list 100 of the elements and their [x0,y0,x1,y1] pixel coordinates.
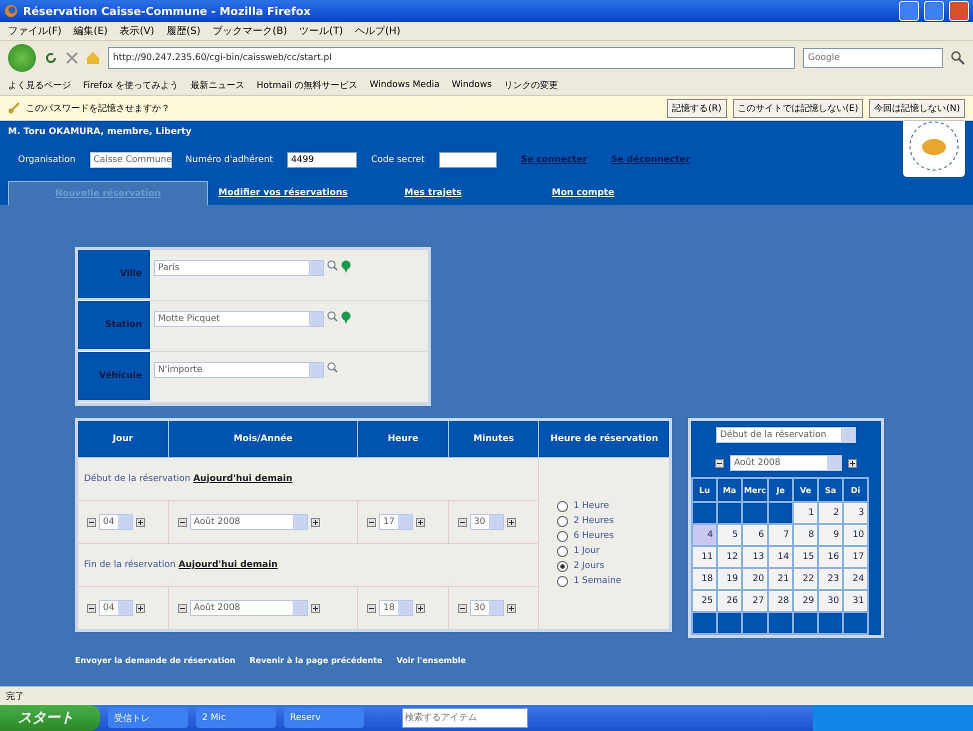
date-shortcut-link[interactable]: Aujourd'hui demain [178,560,278,570]
calendar-day[interactable]: 17 [843,546,868,568]
close-button[interactable] [949,1,969,21]
calendar-day[interactable]: 9 [818,524,844,546]
tab[interactable]: Mon compte [508,181,658,205]
calendar-day[interactable]: 19 [717,568,742,590]
menu-item[interactable]: ヘルプ(H) [355,24,400,38]
calendar-day[interactable]: 7 [768,524,794,546]
reload-icon[interactable] [44,51,58,65]
plus-button[interactable] [416,518,426,526]
calendar-day[interactable]: 12 [717,546,742,568]
calendar-day[interactable]: 22 [793,568,818,590]
plus-button[interactable] [848,458,857,468]
minute-select[interactable]: 30 [470,514,504,530]
organisation-select[interactable]: Caisse Commune [90,152,172,168]
action-link[interactable]: Voir l'ensemble [396,656,466,665]
station-select[interactable]: Paris [154,260,324,276]
member-number-field[interactable]: 4499 [287,152,358,168]
calendar-day[interactable]: 14 [768,546,794,568]
calendar-day[interactable]: 29 [793,590,818,612]
calendar-day[interactable]: 30 [818,590,844,612]
secret-code-field[interactable] [438,152,497,168]
day-select[interactable]: 04 [99,514,133,530]
hour-select[interactable]: 18 [379,600,414,616]
radio-button[interactable] [557,546,568,556]
search-icon[interactable] [327,362,338,373]
minimize-button[interactable] [899,1,919,21]
search-field[interactable]: Google [803,48,943,68]
calendar-day[interactable]: 25 [692,590,717,612]
minus-button[interactable] [458,518,467,526]
calendar-day[interactable]: 1 [793,502,818,524]
bookmark-link[interactable]: Hotmail の無料サービス [256,78,358,92]
calendar-day[interactable]: 13 [742,546,768,568]
station-select[interactable]: N'importe [154,362,324,378]
minute-select[interactable]: 30 [470,600,504,616]
calendar-day[interactable]: 18 [692,568,717,590]
calendar-day[interactable]: 31 [843,590,868,612]
minus-button[interactable] [367,604,376,612]
pin-icon[interactable] [341,311,351,324]
address-field[interactable]: http://90.247.235.60/cgi-bin/caissweb/cc/start.pl [108,47,795,69]
calendar-day[interactable]: 10 [843,524,868,546]
bookmark-link[interactable]: 最新ニュース [190,78,245,92]
menu-item[interactable]: ツール(T) [299,24,344,38]
calendar-month-select[interactable]: Août 2008 [730,455,842,471]
plus-button[interactable] [506,518,516,526]
action-link[interactable]: Envoyer la demande de réservation [75,656,236,665]
calendar-day[interactable]: 3 [843,502,868,524]
plus-button[interactable] [136,604,145,612]
minus-button[interactable] [458,604,467,612]
calendar-day[interactable]: 2 [818,502,844,524]
tab[interactable]: Modifier vos réservations [208,181,358,205]
calendar-day[interactable]: 16 [818,546,844,568]
taskbar-button[interactable]: 2 Mic [196,708,276,728]
prompt-button[interactable]: 今回は記憶しない(N) [869,98,965,118]
calendar-mode-select[interactable]: Début de la réservation [716,427,856,443]
search-icon[interactable] [951,51,965,65]
calendar-day[interactable]: 24 [843,568,868,590]
calendar-day[interactable]: 20 [742,568,768,590]
radio-button[interactable] [557,560,568,572]
calendar-day[interactable]: 26 [717,590,742,612]
plus-button[interactable] [506,604,516,612]
calendar-day[interactable]: 4 [692,524,717,546]
calendar-day[interactable]: 15 [793,546,818,568]
station-select[interactable]: Motte Picquet [154,311,324,327]
hour-select[interactable]: 17 [379,514,414,530]
search-field[interactable]: 検索するアイテム [402,708,528,728]
bookmark-link[interactable]: よく見るページ [8,78,71,92]
menu-item[interactable]: 編集(E) [74,24,108,38]
minus-button[interactable] [178,604,187,612]
month-select[interactable]: Août 2008 [190,514,308,530]
calendar-day[interactable]: 5 [717,524,742,546]
calendar-day[interactable]: 23 [818,568,844,590]
date-shortcut-link[interactable]: Aujourd'hui demain [193,474,292,484]
back-button[interactable] [8,44,36,72]
calendar-day[interactable]: 6 [742,524,768,546]
menu-item[interactable]: 履歴(S) [166,24,200,38]
calendar-day[interactable]: 27 [742,590,768,612]
search-icon[interactable] [327,260,338,271]
plus-button[interactable] [310,518,320,526]
minus-button[interactable] [715,458,724,468]
menu-item[interactable]: ブックマーク(B) [212,24,288,38]
taskbar-button[interactable]: 受信トレ [108,708,188,728]
minus-button[interactable] [87,518,96,526]
calendar-day[interactable]: 8 [793,524,818,546]
minus-button[interactable] [178,518,187,526]
taskbar-button[interactable]: Reserv [284,708,364,728]
minus-button[interactable] [87,604,96,612]
bookmark-link[interactable]: リンクの変更 [504,78,558,92]
tab[interactable]: Mes trajets [358,181,508,205]
radio-button[interactable] [557,530,568,542]
plus-button[interactable] [310,604,320,612]
prompt-button[interactable]: 記憶する(R) [667,98,727,118]
menu-item[interactable]: ファイル(F) [8,24,62,38]
search-icon[interactable] [327,311,338,322]
bookmark-link[interactable]: Firefox を使ってみよう [83,78,179,92]
plus-button[interactable] [416,604,426,612]
bookmark-link[interactable]: Windows Media [370,80,440,90]
bookmark-link[interactable]: Windows [452,80,492,90]
calendar-day[interactable]: 11 [692,546,717,568]
maximize-button[interactable] [924,1,944,21]
